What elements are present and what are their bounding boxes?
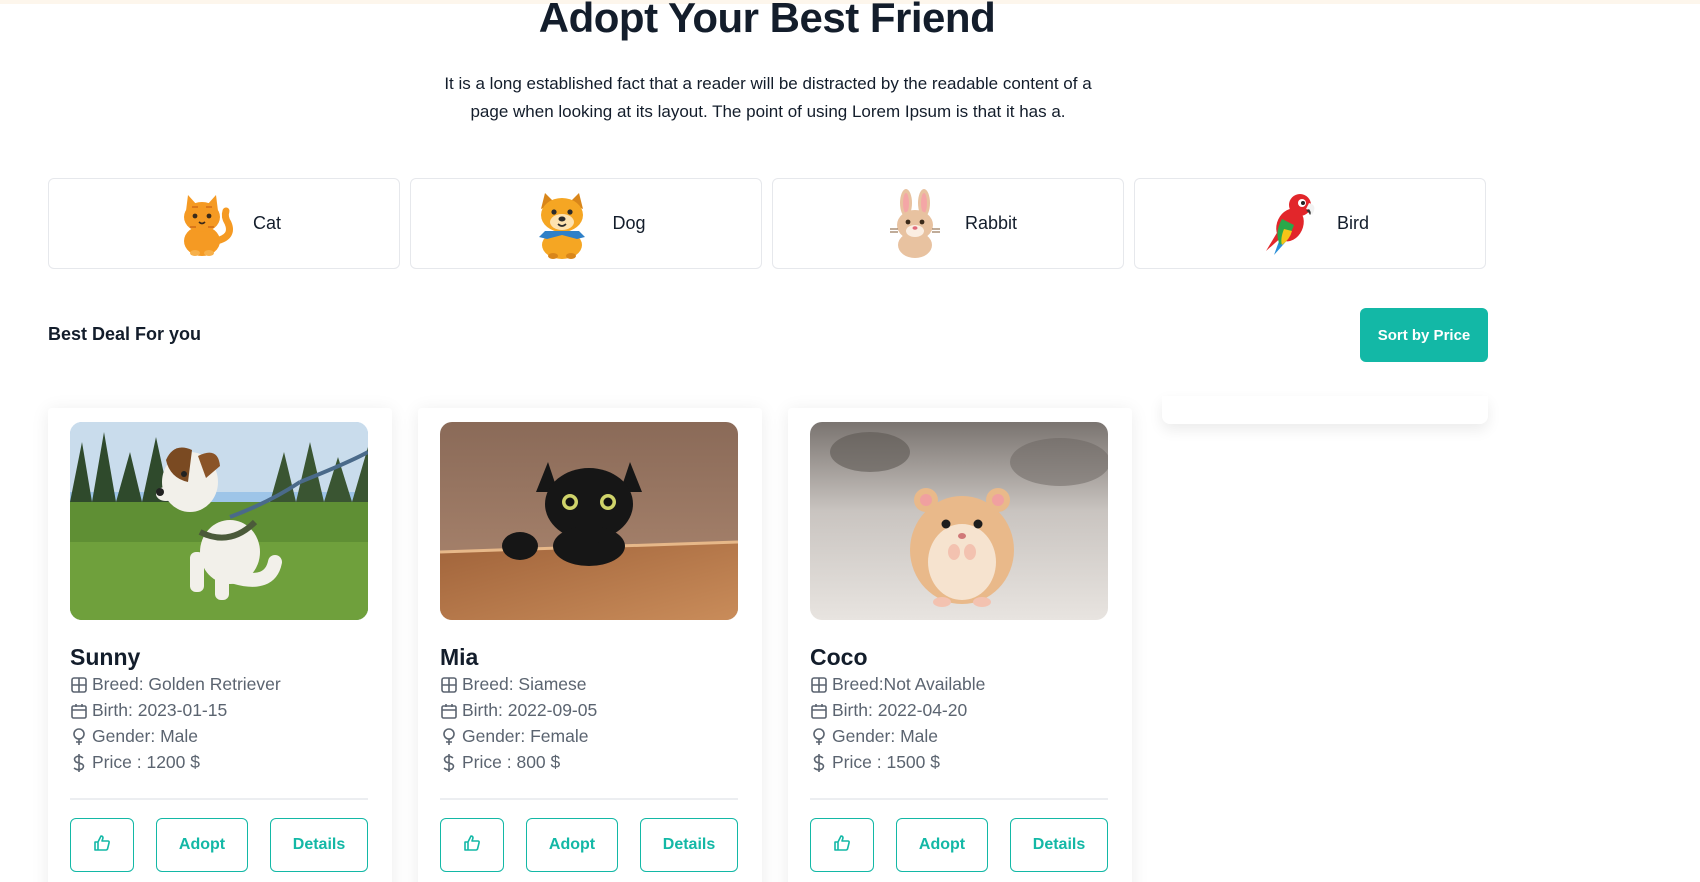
grid-icon [440, 676, 458, 694]
category-card-bird[interactable]: Bird [1134, 178, 1486, 269]
thumbs-up-icon [93, 834, 111, 857]
hamster-photo [810, 422, 1108, 620]
gender-icon [810, 727, 828, 746]
pet-name: Coco [810, 644, 868, 670]
grid-icon [810, 676, 828, 694]
details-button[interactable]: Details [1010, 818, 1108, 872]
pet-gender: Gender: Male [810, 726, 938, 747]
pet-breed-text: Breed:Not Available [832, 674, 986, 694]
cat-photo [440, 422, 738, 620]
dog-photo [70, 422, 368, 620]
sort-dropdown-panel [1162, 396, 1488, 424]
grid-icon [70, 676, 88, 694]
section-title: Best Deal For you [48, 324, 202, 344]
section-header: Best Deal For you Sort by Price [48, 308, 1488, 362]
page-title: Adopt Your Best Friend [538, 0, 996, 41]
pet-gender-text: Gender: Male [832, 726, 939, 746]
dollar-icon [440, 753, 458, 772]
gender-icon [70, 727, 88, 746]
dollar-icon [810, 753, 828, 772]
pet-price: Price : 1200 $ [70, 752, 200, 773]
pet-birth-text: Birth: 2022-09-05 [462, 700, 598, 720]
pet-price-text: Price : 800 $ [462, 752, 561, 772]
thumbs-up-icon [833, 834, 851, 857]
category-label: Cat [252, 213, 281, 233]
details-button[interactable]: Details [640, 818, 738, 872]
adopt-button[interactable]: Adopt [896, 818, 988, 872]
pet-price-text: Price : 1500 $ [832, 752, 940, 772]
pet-gender: Gender: Female [440, 726, 588, 747]
card-divider [810, 798, 1108, 800]
category-list: Cat Dog Rabbit Bird [48, 178, 1488, 270]
pet-card: Coco Breed:Not Available Birth: 2022-04-… [788, 408, 1132, 882]
like-button[interactable] [70, 818, 134, 872]
calendar-icon [810, 702, 828, 720]
pet-birth-text: Birth: 2022-04-20 [832, 700, 968, 720]
dog-icon [526, 188, 598, 260]
calendar-icon [70, 702, 88, 720]
pet-name: Mia [440, 644, 479, 670]
pet-breed: Breed: Siamese [440, 674, 587, 695]
calendar-icon [440, 702, 458, 720]
pet-birth: Birth: 2022-04-20 [810, 700, 967, 721]
category-card-cat[interactable]: Cat [48, 178, 400, 269]
pet-price: Price : 1500 $ [810, 752, 940, 773]
pet-breed-text: Breed: Golden Retriever [92, 674, 281, 694]
pet-breed: Breed:Not Available [810, 674, 985, 695]
card-divider [440, 798, 738, 800]
category-label: Rabbit [964, 213, 1018, 233]
category-card-dog[interactable]: Dog [410, 178, 762, 269]
pet-card: Sunny Breed: Golden Retriever Birth: 202… [48, 408, 392, 882]
card-divider [70, 798, 368, 800]
pet-breed-text: Breed: Siamese [462, 674, 587, 694]
rabbit-icon [879, 188, 951, 260]
pet-birth-text: Birth: 2023-01-15 [92, 700, 228, 720]
thumbs-up-icon [463, 834, 481, 857]
pet-breed: Breed: Golden Retriever [70, 674, 281, 695]
details-button[interactable]: Details [270, 818, 368, 872]
like-button[interactable] [440, 818, 504, 872]
pet-gender-text: Gender: Female [462, 726, 589, 746]
pet-gender: Gender: Male [70, 726, 198, 747]
sort-by-price-button[interactable]: Sort by Price [1360, 308, 1488, 362]
gender-icon [440, 727, 458, 746]
adopt-button[interactable]: Adopt [156, 818, 248, 872]
category-card-rabbit[interactable]: Rabbit [772, 178, 1124, 269]
pet-card: Mia Breed: Siamese Birth: 2022-09-05 Gen… [418, 408, 762, 882]
category-label: Dog [612, 213, 646, 233]
pet-birth: Birth: 2023-01-15 [70, 700, 227, 721]
pet-gender-text: Gender: Male [92, 726, 199, 746]
pet-price: Price : 800 $ [440, 752, 560, 773]
hero-description: It is a long established fact that a rea… [444, 74, 1092, 121]
like-button[interactable] [810, 818, 874, 872]
pet-price-text: Price : 1200 $ [92, 752, 200, 772]
category-label: Bird [1336, 213, 1369, 233]
parrot-icon [1251, 188, 1323, 260]
adopt-button[interactable]: Adopt [526, 818, 618, 872]
pet-name: Sunny [70, 644, 141, 670]
cat-icon [167, 188, 239, 260]
pet-birth: Birth: 2022-09-05 [440, 700, 597, 721]
dollar-icon [70, 753, 88, 772]
